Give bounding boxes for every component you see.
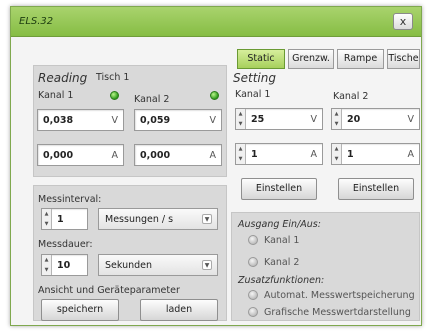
- kanal1-current-unit: A: [111, 150, 119, 161]
- setting-kanal2-label: Kanal 2: [333, 91, 369, 102]
- tab-rampe[interactable]: Rampe: [337, 49, 384, 69]
- kanal1-current-readout: 0,000 A: [37, 144, 124, 166]
- kanal2-voltage-readout: 0,059 V: [134, 109, 222, 131]
- table-label: Tisch 1: [96, 72, 130, 83]
- kanal2-current-unit: A: [209, 150, 217, 161]
- kanal2-voltage-unit: V: [209, 115, 217, 126]
- close-button[interactable]: x: [393, 13, 413, 30]
- kanal1-voltage-readout: 0,038 V: [37, 109, 124, 131]
- graph-radio[interactable]: [248, 307, 258, 317]
- kanal2-set-current-unit: A: [407, 149, 415, 160]
- stepper-down-icon[interactable]: ▼: [332, 119, 341, 129]
- reading-kanal1-label: Kanal 1: [38, 90, 74, 101]
- kanal2-status-led: [210, 91, 219, 100]
- auto-save-label: Automat. Messwertspeicherung: [264, 290, 415, 301]
- duration-label: Messdauer:: [38, 239, 93, 250]
- stepper-up-icon[interactable]: ▲: [332, 109, 341, 119]
- setting-kanal1-label: Kanal 1: [235, 89, 271, 100]
- interval-unit-value: Messungen / s: [105, 214, 174, 225]
- output-title: Ausgang Ein/Aus:: [238, 219, 321, 230]
- stepper-up-icon[interactable]: ▲: [332, 144, 341, 154]
- kanal2-current-readout: 0,000 A: [134, 144, 222, 166]
- window-title: ELS.32: [19, 16, 54, 27]
- stepper-down-icon[interactable]: ▼: [42, 219, 51, 229]
- tab-tische[interactable]: Tische: [387, 49, 420, 69]
- output-kanal2-label: Kanal 2: [264, 257, 300, 268]
- kanal1-status-led: [110, 91, 119, 100]
- kanal1-set-voltage-unit: V: [310, 114, 318, 125]
- stepper-down-icon[interactable]: ▼: [236, 119, 245, 129]
- load-button[interactable]: laden: [140, 299, 218, 321]
- kanal1-voltage-stepper[interactable]: ▲ ▼ 25 V: [235, 108, 323, 130]
- graph-label: Grafische Messwertdarstellung: [264, 307, 411, 318]
- save-button[interactable]: speichern: [41, 299, 119, 321]
- stepper-down-icon[interactable]: ▼: [332, 154, 341, 164]
- duration-stepper[interactable]: ▲ ▼ 10: [41, 254, 88, 276]
- output-kanal1-label: Kanal 1: [264, 235, 300, 246]
- stepper-up-icon[interactable]: ▲: [236, 109, 245, 119]
- kanal2-set-voltage: 20: [347, 114, 361, 125]
- kanal2-set-current: 1: [347, 149, 354, 160]
- kanal1-current-value: 0,000: [43, 150, 74, 161]
- duration-value: 10: [57, 260, 71, 271]
- kanal2-voltage-value: 0,059: [140, 115, 171, 126]
- duration-unit-value: Sekunden: [105, 260, 153, 271]
- measurement-panel: Messinterval: ▲ ▼ 1 Messungen / s ▼ Messd…: [33, 185, 227, 321]
- reading-title: Reading: [38, 71, 88, 85]
- title-bar[interactable]: ELS.32 x: [11, 7, 421, 37]
- output-kanal1-radio[interactable]: [248, 235, 258, 245]
- chevron-down-icon: ▼: [202, 214, 212, 224]
- interval-stepper[interactable]: ▲ ▼ 1: [41, 208, 88, 230]
- kanal1-voltage-value: 0,038: [43, 115, 74, 126]
- tab-static[interactable]: Static: [237, 49, 285, 69]
- tab-grenzw[interactable]: Grenzw.: [288, 49, 334, 69]
- reading-panel: Reading Tisch 1 Kanal 1 Kanal 2 0,038 V …: [33, 65, 227, 177]
- kanal2-current-value: 0,000: [140, 150, 171, 161]
- interval-label: Messinterval:: [38, 194, 102, 205]
- kanal2-apply-button[interactable]: Einstellen: [338, 178, 414, 200]
- kanal1-set-current: 1: [251, 149, 258, 160]
- stepper-down-icon[interactable]: ▼: [42, 265, 51, 275]
- kanal2-voltage-stepper[interactable]: ▲ ▼ 20 V: [331, 108, 420, 130]
- extras-title: Zusatzfunktionen:: [238, 275, 325, 286]
- kanal2-current-stepper[interactable]: ▲ ▼ 1 A: [331, 143, 420, 165]
- setting-title: Setting: [233, 71, 276, 85]
- kanal2-set-voltage-unit: V: [407, 114, 415, 125]
- interval-unit-select[interactable]: Messungen / s ▼: [98, 208, 218, 230]
- kanal1-current-stepper[interactable]: ▲ ▼ 1 A: [235, 143, 323, 165]
- kanal1-apply-button[interactable]: Einstellen: [241, 178, 317, 200]
- stepper-up-icon[interactable]: ▲: [42, 209, 51, 219]
- interval-value: 1: [57, 214, 64, 225]
- kanal1-set-voltage: 25: [251, 114, 265, 125]
- stepper-up-icon[interactable]: ▲: [42, 255, 51, 265]
- options-panel: Ausgang Ein/Aus: Kanal 1 Kanal 2 Zusatzf…: [231, 212, 420, 321]
- kanal1-voltage-unit: V: [111, 115, 119, 126]
- output-kanal2-radio[interactable]: [248, 257, 258, 267]
- stepper-up-icon[interactable]: ▲: [236, 144, 245, 154]
- kanal1-set-current-unit: A: [310, 149, 318, 160]
- app-window: ELS.32 x Static Grenzw. Rampe Tische Rea…: [10, 6, 422, 326]
- stepper-down-icon[interactable]: ▼: [236, 154, 245, 164]
- reading-kanal2-label: Kanal 2: [134, 94, 170, 105]
- duration-unit-select[interactable]: Sekunden ▼: [98, 254, 218, 276]
- chevron-down-icon: ▼: [202, 260, 212, 270]
- auto-save-radio[interactable]: [248, 290, 258, 300]
- params-label: Ansicht und Geräteparameter: [38, 285, 180, 296]
